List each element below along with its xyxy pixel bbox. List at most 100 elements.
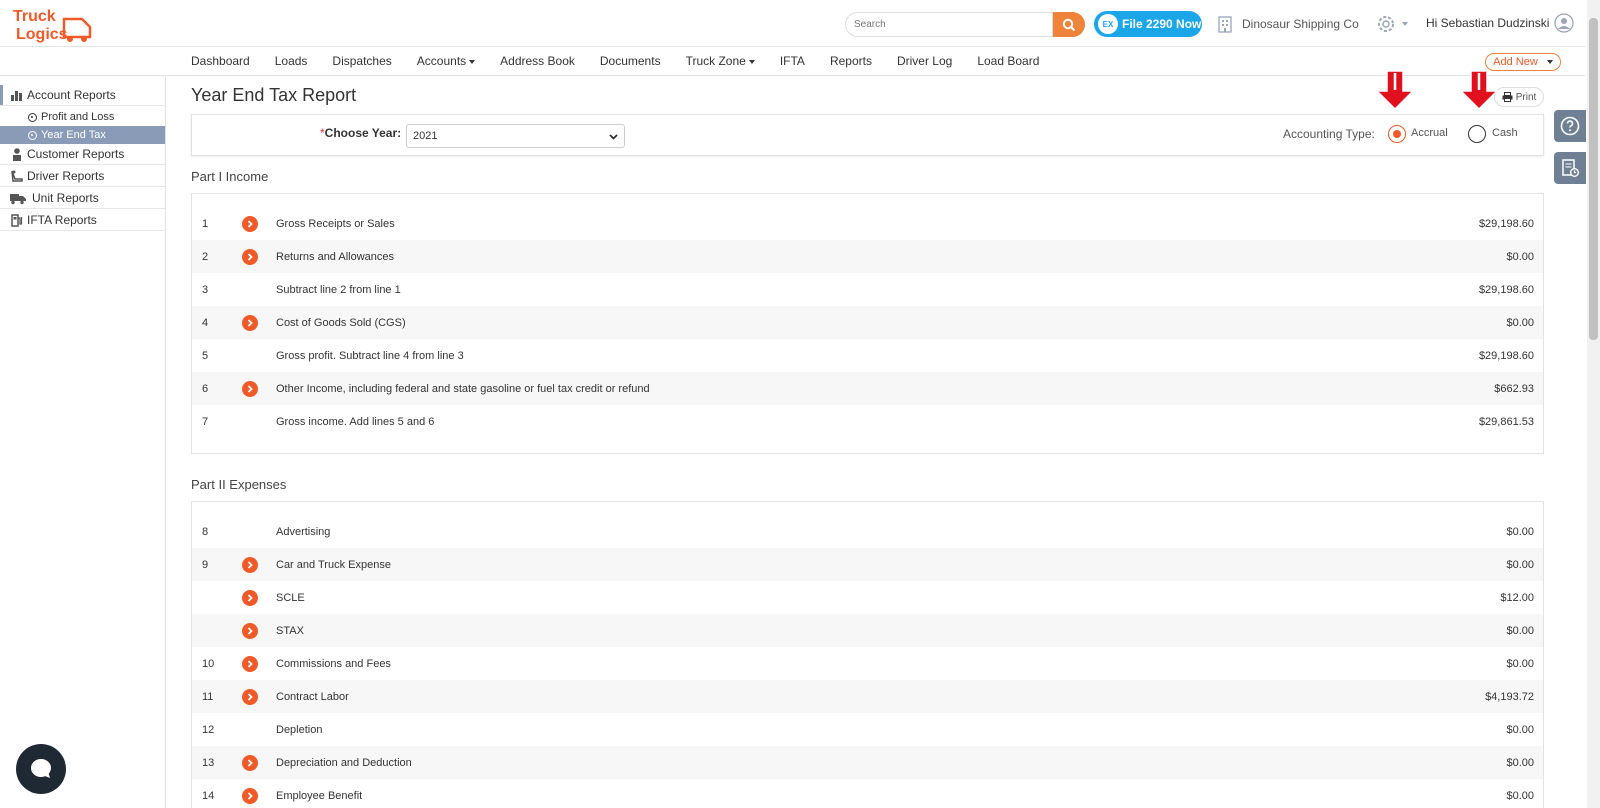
help-button[interactable] (1554, 110, 1586, 142)
add-new-button[interactable]: Add New (1485, 53, 1561, 71)
line-description: Depreciation and Deduction (276, 756, 412, 769)
expand-arrow-icon[interactable] (242, 787, 258, 804)
line-amount: $12.00 (1500, 591, 1534, 604)
chat-widget-button[interactable] (16, 744, 66, 794)
file-2290-button[interactable]: EX File 2290 Now (1094, 11, 1202, 37)
line-amount: $0.00 (1506, 789, 1534, 802)
nav-truck-zone-label: Truck Zone (685, 54, 746, 68)
print-button[interactable]: Print (1494, 87, 1544, 107)
sidebar-item-label: Customer Reports (27, 147, 125, 161)
line-description: STAX (276, 624, 304, 637)
table-row: STAX $0.00 (192, 614, 1543, 647)
nav-load-board[interactable]: Load Board (977, 54, 1039, 68)
cash-label[interactable]: Cash (1492, 127, 1518, 139)
expand-arrow-icon[interactable] (242, 622, 258, 639)
expand-arrow-icon[interactable] (242, 655, 258, 672)
user-avatar-icon[interactable] (1554, 13, 1574, 33)
fuel-pump-icon (11, 214, 23, 227)
sidebar-item-label: Driver Reports (27, 169, 105, 183)
sidebar-subitem-year-end-tax[interactable]: Year End Tax (0, 126, 165, 144)
line-number: 5 (202, 349, 209, 362)
line-description: Other Income, including federal and stat… (276, 382, 650, 395)
table-row: 2 Returns and Allowances $0.00 (192, 240, 1543, 273)
nav-ifta[interactable]: IFTA (780, 54, 805, 68)
line-number: 1 (202, 217, 209, 230)
circle-dot-icon (28, 112, 37, 122)
expand-arrow-icon[interactable] (242, 380, 258, 397)
line-number: 12 (202, 723, 215, 736)
nav-driver-log[interactable]: Driver Log (897, 54, 952, 68)
search-bar (845, 12, 1085, 37)
line-number: 6 (202, 382, 209, 395)
table-row: 5 Gross profit. Subtract line 4 from line… (192, 339, 1543, 372)
report-history-button[interactable] (1554, 152, 1586, 184)
line-number: 14 (202, 789, 215, 802)
add-new-label: Add New (1493, 56, 1538, 68)
expand-arrow-icon[interactable] (242, 556, 258, 573)
person-icon (13, 148, 21, 161)
line-amount: $662.93 (1494, 382, 1534, 395)
accounting-type-label: Accounting Type: (1283, 127, 1375, 141)
table-row: 6 Other Income, including federal and sta… (192, 372, 1543, 405)
table-row: 14 Employee Benefit $0.00 (192, 779, 1543, 808)
expand-arrow-icon[interactable] (242, 215, 258, 232)
page-title: Year End Tax Report (191, 85, 357, 105)
caret-down-icon (469, 59, 476, 64)
line-amount: $29,198.60 (1478, 349, 1534, 362)
expand-arrow-icon[interactable] (242, 688, 258, 705)
sidebar-subitem-profit-and-loss[interactable]: Profit and Loss (0, 108, 165, 126)
print-label: Print (1515, 91, 1537, 103)
nav-truck-zone[interactable]: Truck Zone (686, 54, 755, 68)
line-amount: $29,861.53 (1478, 415, 1534, 428)
cash-radio[interactable] (1468, 125, 1486, 143)
sidebar-item-ifta-reports[interactable]: IFTA Reports (0, 210, 165, 231)
caret-down-icon (1546, 60, 1553, 64)
nav-dispatches[interactable]: Dispatches (332, 54, 391, 68)
nav-accounts-label: Accounts (416, 54, 467, 68)
choose-year-text: Choose Year: (324, 126, 402, 140)
search-input[interactable] (845, 12, 1053, 37)
expand-arrow-icon[interactable] (242, 248, 258, 265)
sidebar-item-customer-reports[interactable]: Customer Reports (0, 144, 165, 165)
line-description: Car and Truck Expense (276, 558, 391, 571)
sidebar-item-unit-reports[interactable]: Unit Reports (0, 188, 165, 209)
nav-loads[interactable]: Loads (275, 54, 308, 68)
company-selector[interactable]: Dinosaur Shipping Co (1216, 14, 1359, 34)
settings-menu[interactable] (1375, 12, 1415, 36)
year-select[interactable]: 2021 (406, 124, 625, 148)
line-description: SCLE (276, 591, 305, 604)
expand-arrow-icon[interactable] (242, 754, 258, 771)
expand-arrow-icon[interactable] (242, 589, 258, 606)
company-name: Dinosaur Shipping Co (1242, 17, 1359, 31)
line-description: Contract Labor (276, 690, 349, 703)
accrual-label[interactable]: Accrual (1411, 127, 1448, 139)
table-row: 4 Cost of Goods Sold (CGS) $0.00 (192, 306, 1543, 339)
nav-reports[interactable]: Reports (830, 54, 872, 68)
line-amount: $0.00 (1506, 558, 1534, 571)
choose-year-label: *Choose Year: (320, 126, 401, 140)
table-row: 1 Gross Receipts or Sales $29,198.60 (192, 207, 1543, 240)
part1-table: 1 Gross Receipts or Sales $29,198.60 2 Retur… (191, 193, 1544, 454)
nav-dashboard[interactable]: Dashboard (191, 54, 250, 68)
table-row: 7 Gross income. Add lines 5 and 6 $29,861.… (192, 405, 1543, 438)
line-number: 13 (202, 756, 215, 769)
line-amount: $0.00 (1506, 624, 1534, 637)
truck-logics-logo[interactable]: Truck Logics (10, 5, 94, 43)
user-greeting[interactable]: Hi Sebastian Dudzinski (1426, 16, 1549, 30)
sidebar-item-label: IFTA Reports (27, 213, 97, 227)
expand-arrow-icon[interactable] (242, 314, 258, 331)
sidebar: Account Reports Profit and Loss Year End… (0, 77, 166, 808)
sidebar-item-driver-reports[interactable]: Driver Reports (0, 166, 165, 187)
line-description: Gross Receipts or Sales (276, 217, 395, 230)
line-description: Subtract line 2 from line 1 (276, 283, 401, 296)
search-button[interactable] (1053, 12, 1085, 37)
nav-documents[interactable]: Documents (600, 54, 661, 68)
scrollbar-thumb[interactable] (1589, 18, 1598, 340)
red-arrow-down-icon (1459, 70, 1499, 110)
nav-address-book[interactable]: Address Book (500, 54, 575, 68)
sidebar-item-account-reports[interactable]: Account Reports (0, 85, 165, 106)
accrual-radio[interactable] (1388, 125, 1406, 143)
search-icon (1062, 18, 1076, 31)
nav-accounts[interactable]: Accounts (416, 54, 476, 68)
table-row: 8 Advertising $0.00 (192, 515, 1543, 548)
